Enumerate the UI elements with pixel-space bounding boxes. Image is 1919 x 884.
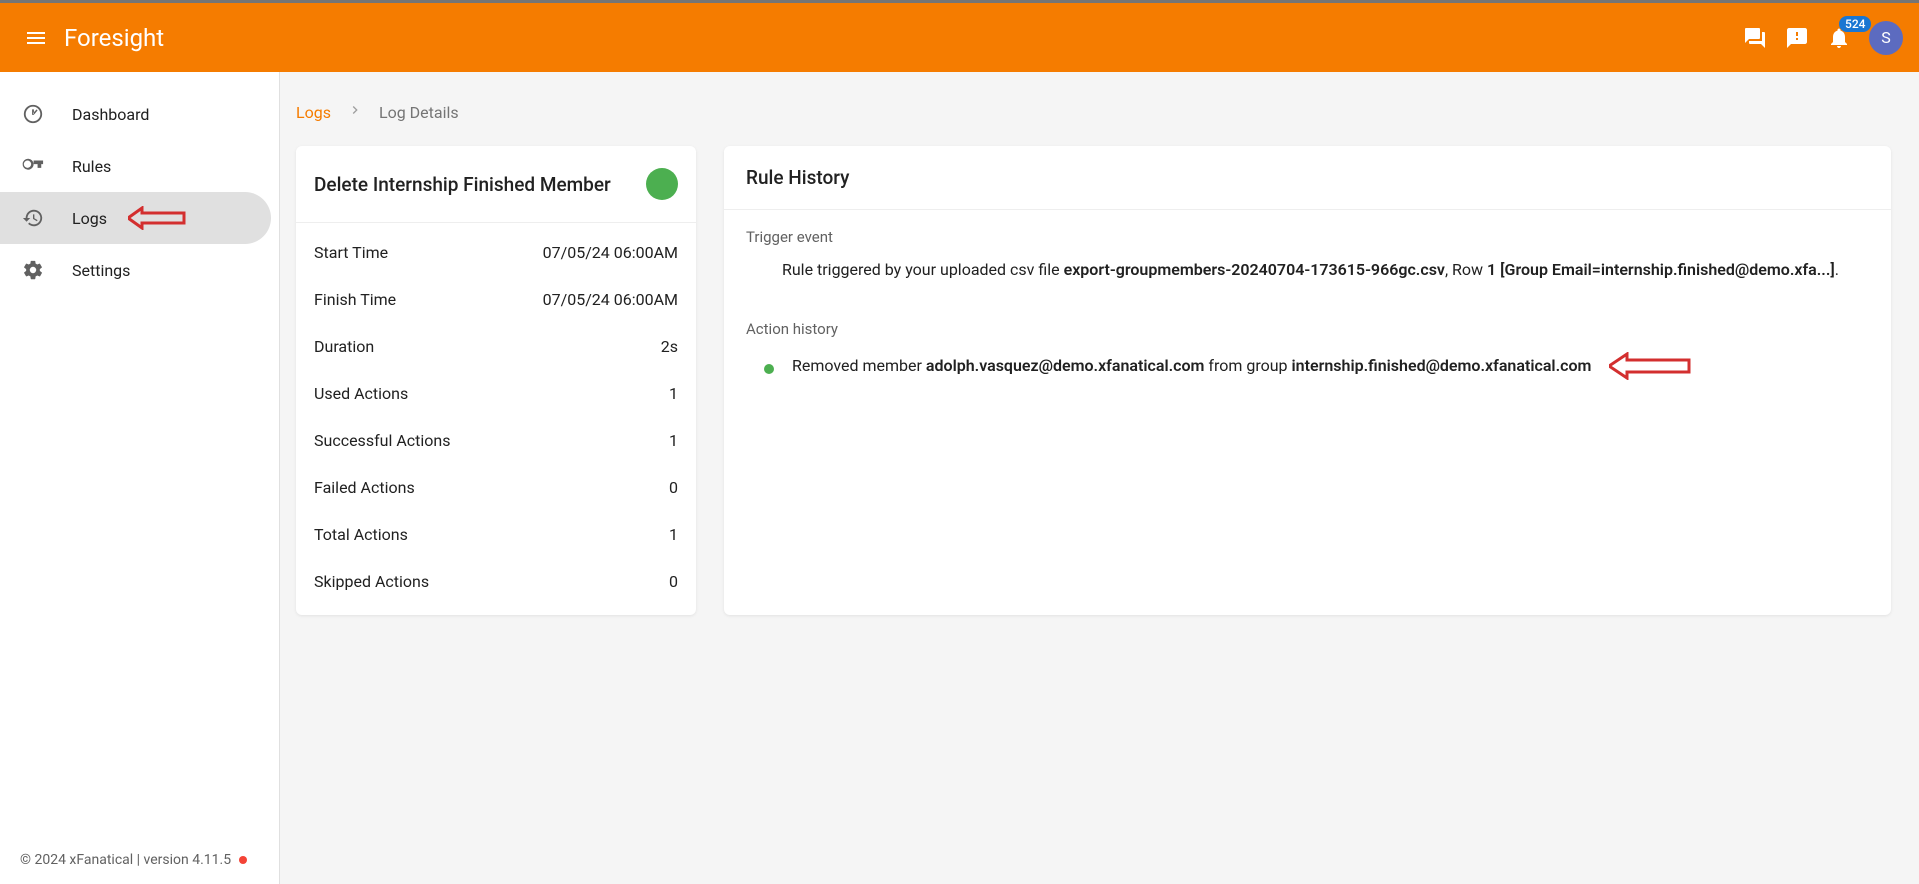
stat-value: 0 (669, 572, 678, 591)
stat-row: Skipped Actions 0 (296, 558, 696, 605)
stat-label: Total Actions (314, 525, 408, 544)
stat-label: Used Actions (314, 384, 408, 403)
status-success-icon (646, 168, 678, 200)
feedback-icon (1785, 26, 1809, 50)
notification-badge: 524 (1839, 16, 1871, 32)
brand-title[interactable]: Foresight (64, 24, 164, 52)
hamburger-icon (24, 26, 48, 50)
annotation-arrow-icon (128, 206, 198, 230)
stat-value: 1 (669, 384, 678, 403)
stat-row: Successful Actions 1 (296, 417, 696, 464)
stat-row: Start Time 07/05/24 06:00AM (296, 229, 696, 276)
stat-row: Failed Actions 0 (296, 464, 696, 511)
stat-label: Failed Actions (314, 478, 415, 497)
sidebar-item-dashboard[interactable]: Dashboard (0, 88, 271, 140)
annotation-arrow-icon (1609, 352, 1695, 380)
breadcrumb-current: Log Details (379, 103, 459, 122)
sidebar: Dashboard Rules Logs Settings © 2024 xFa… (0, 72, 280, 884)
gear-icon (22, 259, 44, 281)
sidebar-item-label: Rules (72, 157, 111, 176)
stat-row: Total Actions 1 (296, 511, 696, 558)
notifications-button[interactable]: 524 (1827, 26, 1851, 50)
user-avatar[interactable]: S (1869, 21, 1903, 55)
stat-value: 07/05/24 06:00AM (543, 243, 678, 262)
stat-row: Finish Time 07/05/24 06:00AM (296, 276, 696, 323)
success-dot-icon (764, 364, 774, 374)
action-history-label: Action history (746, 320, 1869, 338)
status-dot-icon (239, 856, 247, 864)
menu-toggle-button[interactable] (16, 18, 56, 58)
stat-value: 2s (661, 337, 678, 356)
app-header: Foresight 524 S (0, 0, 1919, 72)
avatar-initial: S (1881, 28, 1891, 47)
sidebar-item-label: Settings (72, 261, 130, 280)
sidebar-item-settings[interactable]: Settings (0, 244, 271, 296)
stat-label: Successful Actions (314, 431, 450, 450)
trigger-row: 1 [Group Email=internship.finished@demo.… (1487, 260, 1835, 279)
action-text: Removed member adolph.vasquez@demo.xfana… (792, 354, 1591, 378)
action-history-item: Removed member adolph.vasquez@demo.xfana… (746, 350, 1869, 402)
footer: © 2024 xFanatical | version 4.11.5 (0, 836, 279, 884)
action-mid: from group (1204, 356, 1291, 375)
stat-label: Skipped Actions (314, 572, 429, 591)
log-summary-card: Delete Internship Finished Member Start … (296, 146, 696, 615)
action-group: internship.finished@demo.xfanatical.com (1292, 356, 1592, 375)
trigger-mid: , Row (1445, 260, 1487, 279)
action-email: adolph.vasquez@demo.xfanatical.com (926, 356, 1205, 375)
gauge-icon (22, 103, 44, 125)
stat-value: 1 (669, 525, 678, 544)
breadcrumb: Logs Log Details (296, 102, 1891, 122)
action-pre: Removed member (792, 356, 926, 375)
stat-value: 1 (669, 431, 678, 450)
breadcrumb-logs-link[interactable]: Logs (296, 103, 331, 122)
feedback-button[interactable] (1785, 26, 1809, 50)
chevron-right-icon (347, 102, 363, 122)
chat-button[interactable] (1743, 26, 1767, 50)
trigger-file: export-groupmembers-20240704-173615-966g… (1064, 260, 1445, 279)
stat-value: 0 (669, 478, 678, 497)
stat-row: Duration 2s (296, 323, 696, 370)
stat-label: Start Time (314, 243, 388, 262)
sidebar-item-label: Dashboard (72, 105, 149, 124)
key-icon (22, 155, 44, 177)
rule-history-title: Rule History (746, 166, 1869, 189)
stat-row: Used Actions 1 (296, 370, 696, 417)
trigger-pre: Rule triggered by your uploaded csv file (782, 260, 1064, 279)
stat-value: 07/05/24 06:00AM (543, 290, 678, 309)
log-title: Delete Internship Finished Member (314, 173, 611, 196)
trigger-event-text: Rule triggered by your uploaded csv file… (746, 258, 1869, 298)
footer-text: © 2024 xFanatical | version 4.11.5 (20, 852, 231, 868)
sidebar-item-label: Logs (72, 209, 107, 228)
stat-label: Duration (314, 337, 374, 356)
trigger-event-label: Trigger event (746, 228, 1869, 246)
rule-history-card: Rule History Trigger event Rule triggere… (724, 146, 1891, 615)
sidebar-item-rules[interactable]: Rules (0, 140, 271, 192)
sidebar-item-logs[interactable]: Logs (0, 192, 271, 244)
history-icon (22, 207, 44, 229)
stat-label: Finish Time (314, 290, 396, 309)
chat-icon (1743, 26, 1767, 50)
main-content: Logs Log Details Delete Internship Finis… (280, 72, 1919, 884)
trigger-post: . (1835, 260, 1839, 279)
